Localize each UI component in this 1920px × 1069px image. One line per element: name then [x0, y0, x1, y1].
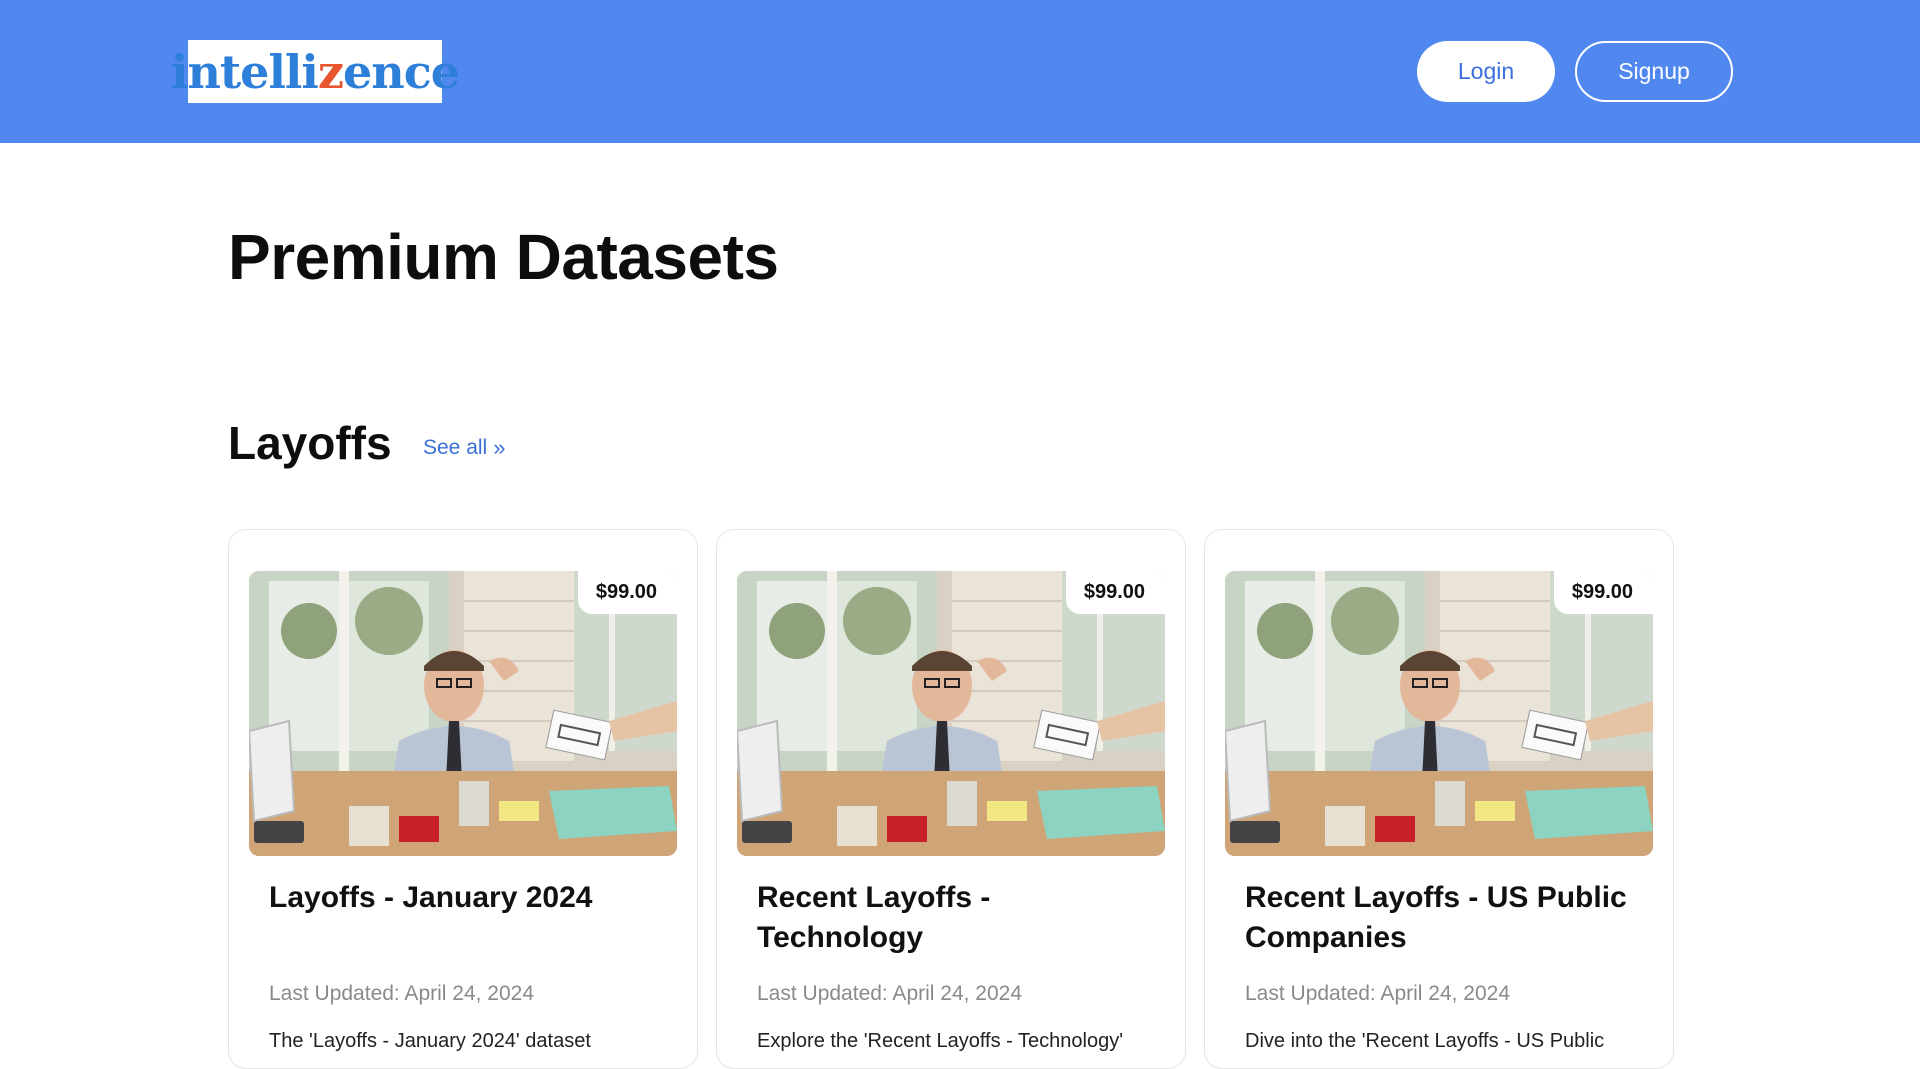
last-updated: Last Updated: April 24, 2024: [757, 982, 1023, 1005]
page-title: Premium Datasets: [228, 221, 779, 293]
dataset-card[interactable]: $99.00 Recent Layoffs - Technology Last …: [716, 529, 1186, 1069]
dataset-description: Dive into the 'Recent Layoffs - US Publi…: [1245, 1030, 1605, 1052]
dataset-image: $99.00: [737, 571, 1165, 856]
see-all-link[interactable]: See all »: [423, 436, 505, 460]
dataset-image: $99.00: [1225, 571, 1653, 856]
last-updated: Last Updated: April 24, 2024: [269, 982, 535, 1005]
logo-text-accent: z: [317, 44, 344, 99]
dataset-title[interactable]: Recent Layoffs - Technology: [757, 878, 1157, 958]
last-updated: Last Updated: April 24, 2024: [1245, 982, 1511, 1005]
dataset-card[interactable]: $99.00 Layoffs - January 2024 Last Updat…: [228, 529, 698, 1069]
price-badge: $99.00: [1065, 571, 1165, 614]
double-chevron-right-icon: »: [493, 435, 506, 460]
signup-button[interactable]: Signup: [1575, 41, 1733, 102]
logo-text-part: intelli: [171, 44, 319, 99]
dataset-description: Explore the 'Recent Layoffs - Technology…: [757, 1030, 1124, 1052]
dataset-title[interactable]: Layoffs - January 2024: [269, 878, 669, 918]
dataset-title[interactable]: Recent Layoffs - US Public Companies: [1245, 878, 1645, 958]
dataset-card[interactable]: $99.00 Recent Layoffs - US Public Compan…: [1204, 529, 1674, 1069]
dataset-image: $99.00: [249, 571, 677, 856]
price-badge: $99.00: [577, 571, 677, 614]
dataset-description: The 'Layoffs - January 2024' dataset: [269, 1030, 591, 1052]
intellizence-logo[interactable]: intelli z ence: [171, 40, 460, 103]
login-button[interactable]: Login: [1417, 41, 1555, 102]
see-all-label: See all: [423, 436, 488, 459]
logo-text-part: ence: [343, 44, 460, 99]
price-badge: $99.00: [1553, 571, 1653, 614]
section-title-layoffs: Layoffs: [228, 417, 392, 469]
top-nav-bar: intelli z ence Login Signup: [0, 0, 1920, 143]
